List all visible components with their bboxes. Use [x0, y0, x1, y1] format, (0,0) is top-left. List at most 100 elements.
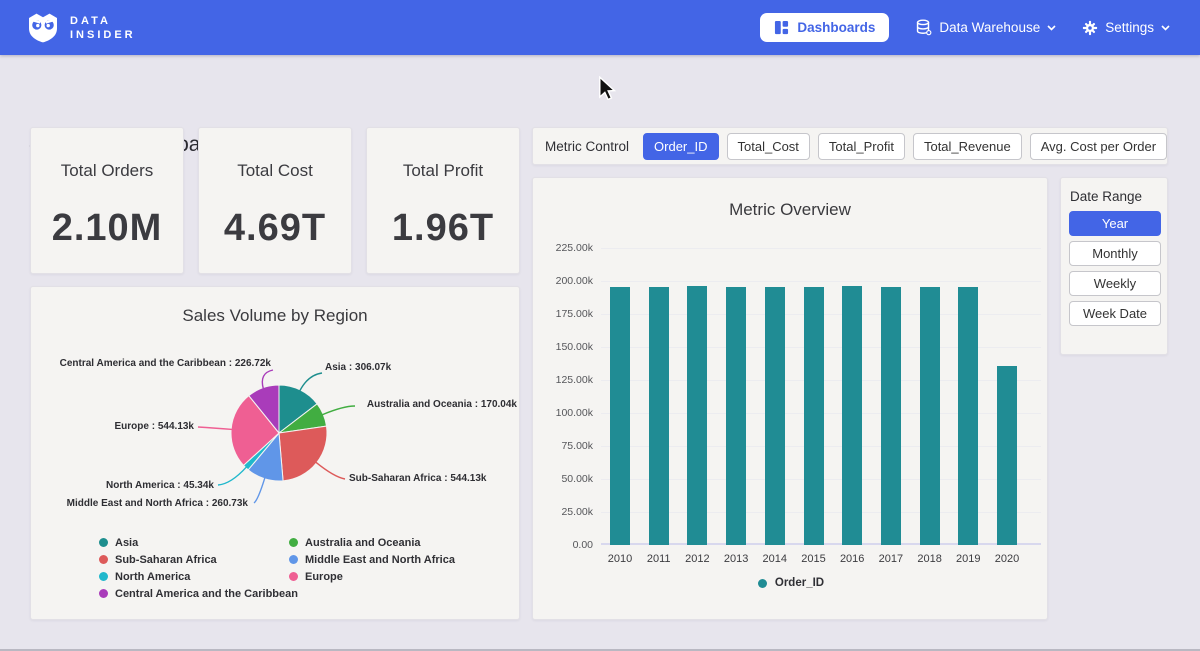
bar[interactable] [804, 287, 824, 545]
legend-dot [99, 538, 108, 547]
y-axis-tick-label: 100.00k [533, 407, 593, 419]
top-navbar: DATA INSIDER Dashboards D [0, 0, 1200, 55]
y-axis-tick-label: 200.00k [533, 275, 593, 287]
chevron-down-icon [1047, 25, 1056, 31]
legend-item[interactable]: North America [99, 568, 298, 585]
x-axis-tick-label: 2014 [755, 553, 795, 565]
pie-chart: Asia : 306.07k Australia and Oceania : 1… [31, 337, 521, 533]
y-axis-tick-label: 25.00k [533, 506, 593, 518]
chevron-down-icon [1161, 25, 1170, 31]
bar[interactable] [687, 286, 707, 545]
gridline [601, 281, 1041, 282]
date-range-title: Date Range [1070, 189, 1167, 204]
owl-logo-icon [26, 11, 60, 45]
pie-slice[interactable] [279, 426, 327, 481]
dashboard-grid-icon [774, 20, 789, 35]
bar[interactable] [610, 287, 630, 545]
nav-dashboards-label: Dashboards [797, 20, 875, 35]
legend-item[interactable]: Central America and the Caribbean [99, 585, 298, 602]
y-axis-tick-label: 150.00k [533, 341, 593, 353]
legend-label: Europe [305, 571, 343, 583]
pie-leader-line [198, 427, 232, 429]
legend-dot [99, 555, 108, 564]
metric-option-button[interactable]: Avg. Cost per Order [1030, 133, 1167, 160]
legend-label: Asia [115, 537, 138, 549]
nav-dashboards-button[interactable]: Dashboards [760, 13, 889, 42]
bar[interactable] [765, 287, 785, 545]
nav-data-warehouse-menu[interactable]: Data Warehouse [915, 19, 1056, 36]
x-axis-tick-label: 2013 [716, 553, 756, 565]
nav-data-warehouse-label: Data Warehouse [939, 20, 1040, 35]
bar[interactable] [842, 286, 862, 545]
x-axis-tick-label: 2018 [910, 553, 950, 565]
pie-chart-title: Sales Volume by Region [31, 306, 519, 326]
callout-label: Central America and the Caribbean : 226.… [60, 358, 271, 369]
pie-leader-line [218, 467, 246, 485]
kpi-card: Total Orders 2.10M [30, 127, 184, 274]
x-axis-tick-label: 2017 [871, 553, 911, 565]
brand-logo[interactable]: DATA INSIDER [26, 11, 136, 45]
metric-control-label: Metric Control [545, 139, 629, 154]
x-axis-tick-label: 2016 [832, 553, 872, 565]
callout-label: North America : 45.34k [106, 480, 214, 491]
bar-chart-legend[interactable]: Order_ID [533, 577, 1049, 589]
database-icon [915, 19, 932, 36]
metric-option-button[interactable]: Total_Revenue [913, 133, 1022, 160]
legend-dot [289, 538, 298, 547]
pie-leader-line [316, 462, 345, 479]
x-axis-tick-label: 2011 [639, 553, 679, 565]
kpi-card: Total Cost 4.69T [198, 127, 352, 274]
date-range-option-button[interactable]: Year [1069, 211, 1161, 236]
legend-label: Australia and Oceania [305, 537, 421, 549]
date-range-option-button[interactable]: Week Date [1069, 301, 1161, 326]
legend-item[interactable]: Middle East and North Africa [289, 551, 455, 568]
bar[interactable] [920, 287, 940, 545]
callout-label: Asia : 306.07k [325, 362, 391, 373]
metric-option-button[interactable]: Order_ID [643, 133, 718, 160]
metric-option-button[interactable]: Total_Profit [818, 133, 905, 160]
bar-chart-title: Metric Overview [533, 200, 1047, 220]
legend-item[interactable]: Australia and Oceania [289, 534, 455, 551]
date-range-option-button[interactable]: Monthly [1069, 241, 1161, 266]
nav-settings-menu[interactable]: Settings [1082, 20, 1170, 36]
bar[interactable] [881, 287, 901, 545]
kpi-value: 2.10M [52, 207, 163, 250]
callout-label: Sub-Saharan Africa : 544.13k [349, 473, 486, 484]
callout-label: Middle East and North Africa : 260.73k [67, 498, 248, 509]
bar[interactable] [726, 287, 746, 545]
date-range-panel: Date Range Year Monthly Weekly Week Date [1060, 177, 1168, 355]
callout-label: Australia and Oceania : 170.04k [367, 399, 517, 410]
y-axis-tick-label: 50.00k [533, 473, 593, 485]
callout-label: Europe : 544.13k [115, 421, 194, 432]
x-axis-tick-label: 2012 [677, 553, 717, 565]
pie-leader-line [254, 478, 265, 503]
y-axis-tick-label: 225.00k [533, 242, 593, 254]
legend-dot [289, 572, 298, 581]
metric-option-button[interactable]: Total_Cost [727, 133, 810, 160]
legend-item[interactable]: Europe [289, 568, 455, 585]
bar[interactable] [649, 287, 669, 545]
kpi-label: Total Orders [61, 161, 154, 181]
legend-item[interactable]: Asia [99, 534, 298, 551]
pie-chart-card: Sales Volume by Region Asia : 306.07k Au… [30, 286, 520, 620]
date-range-option-button[interactable]: Weekly [1069, 271, 1161, 296]
kpi-value: 1.96T [392, 207, 494, 250]
kpi-value: 4.69T [224, 207, 326, 250]
y-axis-tick-label: 75.00k [533, 440, 593, 452]
x-axis-tick-label: 2015 [794, 553, 834, 565]
bar[interactable] [958, 287, 978, 545]
legend-label: Sub-Saharan Africa [115, 554, 217, 566]
legend-dot [289, 555, 298, 564]
y-axis-tick-label: 175.00k [533, 308, 593, 320]
legend-label: Middle East and North Africa [305, 554, 455, 566]
bar[interactable] [997, 366, 1017, 545]
kpi-label: Total Cost [237, 161, 313, 181]
legend-dot [99, 589, 108, 598]
legend-dot [758, 579, 767, 588]
legend-label: Order_ID [775, 577, 824, 589]
x-axis-tick-label: 2010 [600, 553, 640, 565]
legend-label: North America [115, 571, 190, 583]
pie-leader-line [300, 373, 322, 391]
bar-chart-card: Metric Overview 0.0025.00k50.00k75.00k10… [532, 177, 1048, 620]
legend-item[interactable]: Sub-Saharan Africa [99, 551, 298, 568]
